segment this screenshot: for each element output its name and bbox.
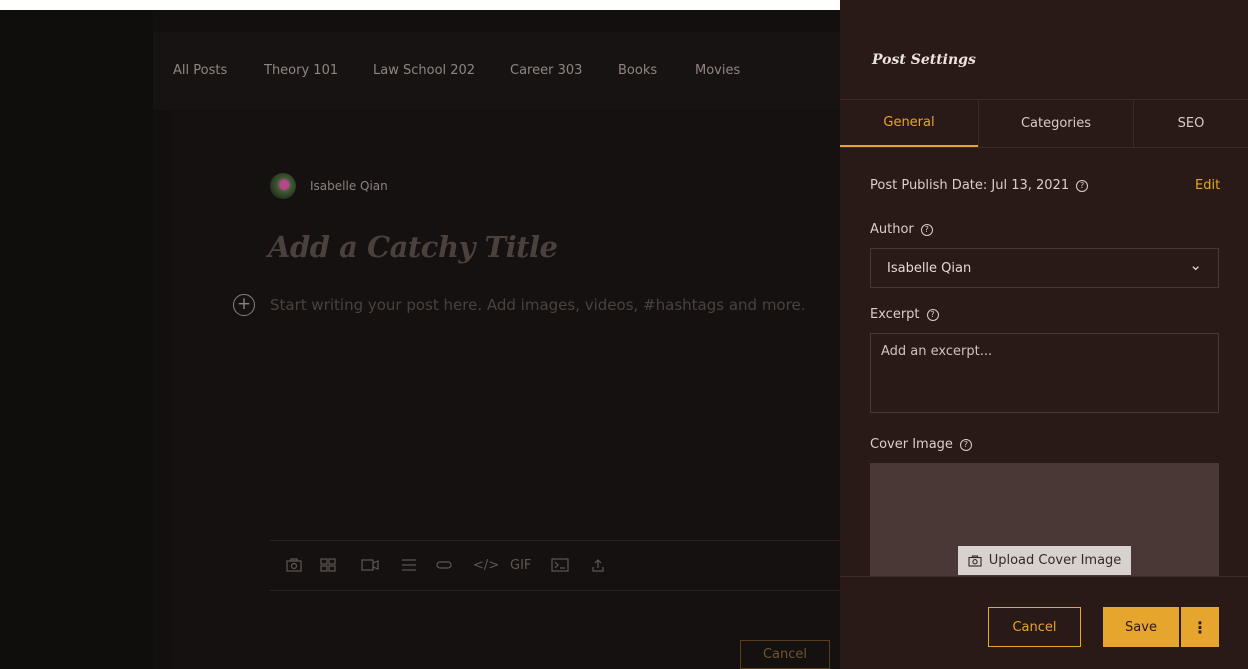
footer-divider — [840, 576, 1248, 577]
video-icon[interactable] — [361, 555, 379, 575]
post-title-input[interactable]: Add a Catchy Title — [268, 230, 558, 264]
publish-date-label: Post Publish Date: Jul 13, 2021 — [870, 178, 1070, 193]
button-icon[interactable] — [436, 555, 452, 575]
left-gutter — [0, 10, 153, 669]
publish-date-row: Post Publish Date: Jul 13, 2021 ? — [870, 178, 1089, 193]
author-label-row: Author ? — [870, 222, 933, 237]
author-label: Author — [870, 222, 914, 237]
camera-icon — [968, 554, 982, 567]
nav-item-career-303[interactable]: Career 303 — [510, 63, 582, 78]
plus-circle-icon[interactable]: + — [233, 294, 255, 316]
nav-item-all-posts[interactable]: All Posts — [173, 63, 227, 78]
help-icon[interactable]: ? — [1076, 179, 1089, 192]
post-body-input[interactable]: Start writing your post here. Add images… — [270, 296, 805, 314]
settings-tabs: General Categories SEO — [840, 99, 1248, 148]
nav-item-books[interactable]: Books — [618, 63, 657, 78]
editor-cancel-button[interactable]: Cancel — [740, 640, 830, 669]
gallery-icon[interactable] — [320, 555, 336, 575]
help-icon[interactable]: ? — [926, 308, 939, 321]
upload-cover-label: Upload Cover Image — [988, 553, 1122, 568]
nav-item-theory-101[interactable]: Theory 101 — [264, 63, 338, 78]
divider-icon[interactable] — [401, 555, 417, 575]
author-select-value: Isabelle Qian — [887, 260, 972, 276]
author-select[interactable]: Isabelle Qian ⌄ — [870, 248, 1219, 288]
excerpt-label: Excerpt — [870, 307, 920, 322]
camera-icon[interactable] — [286, 555, 302, 575]
tab-seo[interactable]: SEO — [1134, 100, 1248, 147]
terminal-icon[interactable] — [551, 555, 569, 575]
nav-item-movies[interactable]: Movies — [695, 63, 740, 78]
tab-general[interactable]: General — [840, 100, 978, 147]
tab-categories[interactable]: Categories — [979, 100, 1133, 147]
author-row: Isabelle Qian — [270, 173, 388, 199]
excerpt-textarea[interactable]: Add an excerpt... — [870, 333, 1219, 413]
upload-icon[interactable] — [591, 555, 605, 575]
cancel-button[interactable]: Cancel — [988, 607, 1081, 647]
code-icon[interactable]: </> — [473, 555, 499, 575]
panel-title: Post Settings — [872, 52, 976, 68]
gif-icon[interactable]: GIF — [510, 555, 531, 575]
save-button[interactable]: Save — [1103, 607, 1179, 647]
help-icon[interactable]: ? — [959, 438, 972, 451]
cover-image-label: Cover Image — [870, 437, 953, 452]
upload-cover-button[interactable]: Upload Cover Image — [958, 546, 1131, 575]
nav-item-law-school-202[interactable]: Law School 202 — [373, 63, 475, 78]
editor-toolbar: </> GIF — [270, 540, 840, 591]
avatar — [270, 173, 296, 199]
cover-label-row: Cover Image ? — [870, 437, 972, 452]
excerpt-label-row: Excerpt ? — [870, 307, 939, 322]
edit-date-link[interactable]: Edit — [1195, 178, 1220, 193]
help-icon[interactable]: ? — [920, 223, 933, 236]
more-options-icon[interactable]: ⋮ — [1181, 607, 1219, 647]
author-name: Isabelle Qian — [310, 179, 388, 193]
chevron-down-icon: ⌄ — [1189, 256, 1202, 274]
